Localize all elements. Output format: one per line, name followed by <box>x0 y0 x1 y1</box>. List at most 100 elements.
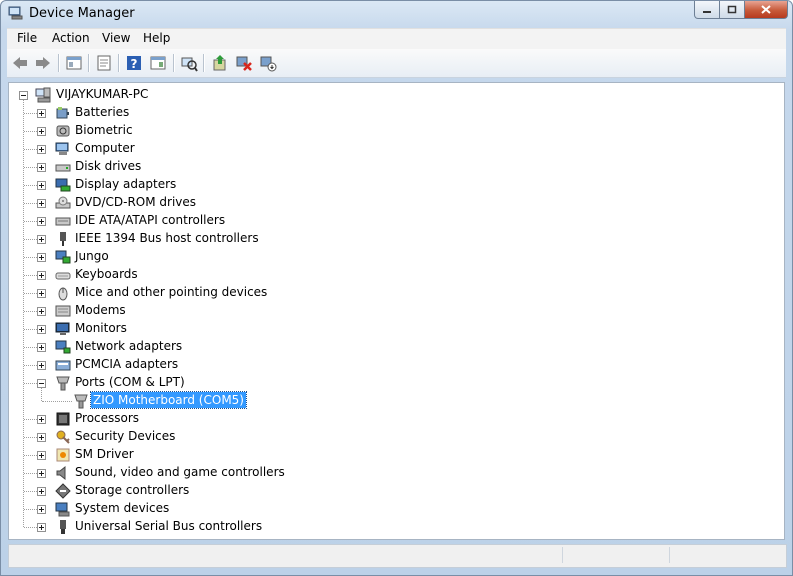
tree-connector-line <box>24 383 37 384</box>
dvd-drive-icon <box>55 195 71 211</box>
port-icon <box>73 393 89 409</box>
tree-item-sm-driver[interactable]: SM Driver <box>73 446 136 462</box>
expand-toggle-jungo[interactable] <box>37 253 46 262</box>
tree-connector-line <box>24 131 37 132</box>
expand-toggle-mice-and-other-pointing-devices[interactable] <box>37 289 46 298</box>
tree-connector-line <box>24 221 37 222</box>
menu-file[interactable]: File <box>17 31 37 45</box>
close-button[interactable] <box>745 1 788 19</box>
device-tree[interactable]: VIJAYKUMAR-PC Batteries Biometric Computer D… <box>8 82 785 540</box>
expand-toggle-monitors[interactable] <box>37 325 46 334</box>
menu-action[interactable]: Action <box>52 31 90 45</box>
device-manager-window: Device Manager File Action View Help ? V… <box>0 0 793 576</box>
toolbar: ? <box>7 49 786 78</box>
menu-bar: File Action View Help <box>7 28 786 49</box>
tree-item-monitors[interactable]: Monitors <box>73 320 129 336</box>
tree-connector-line <box>24 167 37 168</box>
show-hide-action-pane-icon[interactable] <box>149 54 167 72</box>
tree-connector-line <box>24 347 37 348</box>
maximize-button[interactable] <box>720 1 745 19</box>
tree-root-label[interactable]: VIJAYKUMAR-PC <box>54 86 150 102</box>
toolbar-separator <box>203 54 205 72</box>
battery-icon <box>55 105 71 121</box>
processor-icon <box>55 411 71 427</box>
tree-item-zio-motherboard-com5[interactable]: ZIO Motherboard (COM5) <box>90 391 247 409</box>
expand-toggle-dvd-cd-rom-drives[interactable] <box>37 199 46 208</box>
show-hide-tree-icon[interactable] <box>65 54 83 72</box>
tree-connector-line <box>24 455 37 456</box>
tree-item-storage-controllers[interactable]: Storage controllers <box>73 482 191 498</box>
tree-item-pcmcia-adapters[interactable]: PCMCIA adapters <box>73 356 180 372</box>
expand-toggle-universal-serial-bus-controllers[interactable] <box>37 523 46 532</box>
tree-item-sound-video-and-game-controllers[interactable]: Sound, video and game controllers <box>73 464 287 480</box>
tree-connector-line <box>24 329 37 330</box>
disk-drive-icon <box>55 159 71 175</box>
menu-view[interactable]: View <box>102 31 130 45</box>
system-device-icon <box>55 501 71 517</box>
uninstall-device-icon[interactable] <box>235 54 253 72</box>
expand-toggle-ports-com-lpt[interactable] <box>37 379 46 388</box>
expand-toggle-system-devices[interactable] <box>37 505 46 514</box>
ide-controller-icon <box>55 213 71 229</box>
tree-connector-line <box>24 527 37 528</box>
tree-connector-line <box>24 257 37 258</box>
expand-toggle-network-adapters[interactable] <box>37 343 46 352</box>
scan-hardware-changes-icon[interactable] <box>180 54 198 72</box>
tree-connector-line <box>42 401 72 402</box>
tree-item-disk-drives[interactable]: Disk drives <box>73 158 143 174</box>
back-arrow-icon[interactable] <box>11 54 29 72</box>
expand-toggle-pcmcia-adapters[interactable] <box>37 361 46 370</box>
update-driver-icon[interactable] <box>211 54 229 72</box>
tree-item-security-devices[interactable]: Security Devices <box>73 428 177 444</box>
tree-connector-line <box>24 113 37 114</box>
disable-device-icon[interactable] <box>259 54 277 72</box>
tree-item-ieee-1394-bus-host-controllers[interactable]: IEEE 1394 Bus host controllers <box>73 230 261 246</box>
tree-item-batteries[interactable]: Batteries <box>73 104 131 120</box>
tree-connector-line <box>24 365 37 366</box>
tree-item-ide-ata-atapi-controllers[interactable]: IDE ATA/ATAPI controllers <box>73 212 227 228</box>
expand-toggle-storage-controllers[interactable] <box>37 487 46 496</box>
tree-connector-line <box>24 185 37 186</box>
tree-item-keyboards[interactable]: Keyboards <box>73 266 140 282</box>
expand-toggle-processors[interactable] <box>37 415 46 424</box>
tree-connector-line <box>23 100 24 527</box>
tree-item-system-devices[interactable]: System devices <box>73 500 171 516</box>
expand-toggle-security-devices[interactable] <box>37 433 46 442</box>
tree-item-ports-com-lpt[interactable]: Ports (COM & LPT) <box>73 374 187 390</box>
tree-item-mice-and-other-pointing-devices[interactable]: Mice and other pointing devices <box>73 284 269 300</box>
storage-controller-icon <box>55 483 71 499</box>
expand-toggle-ieee-1394-bus-host-controllers[interactable] <box>37 235 46 244</box>
menu-help[interactable]: Help <box>143 31 170 45</box>
root-collapse-toggle[interactable] <box>19 91 28 100</box>
expand-toggle-modems[interactable] <box>37 307 46 316</box>
properties-icon[interactable] <box>95 54 113 72</box>
expand-toggle-computer[interactable] <box>37 145 46 154</box>
minimize-button[interactable] <box>694 1 720 19</box>
tree-item-universal-serial-bus-controllers[interactable]: Universal Serial Bus controllers <box>73 518 264 534</box>
tree-item-network-adapters[interactable]: Network adapters <box>73 338 184 354</box>
computer-root-icon <box>35 87 51 103</box>
help-icon[interactable]: ? <box>125 54 143 72</box>
expand-toggle-ide-ata-atapi-controllers[interactable] <box>37 217 46 226</box>
port-icon <box>55 375 71 391</box>
status-bar <box>8 544 787 568</box>
expand-toggle-batteries[interactable] <box>37 109 46 118</box>
toolbar-separator <box>58 54 60 72</box>
expand-toggle-keyboards[interactable] <box>37 271 46 280</box>
expand-toggle-disk-drives[interactable] <box>37 163 46 172</box>
status-bar-divider <box>669 547 670 563</box>
tree-item-jungo[interactable]: Jungo <box>73 248 111 264</box>
tree-item-dvd-cd-rom-drives[interactable]: DVD/CD-ROM drives <box>73 194 198 210</box>
tree-item-display-adapters[interactable]: Display adapters <box>73 176 178 192</box>
forward-arrow-icon[interactable] <box>34 54 52 72</box>
tree-item-biometric[interactable]: Biometric <box>73 122 135 138</box>
expand-toggle-sound-video-and-game-controllers[interactable] <box>37 469 46 478</box>
tree-item-modems[interactable]: Modems <box>73 302 128 318</box>
restore-icon <box>727 5 737 14</box>
title-bar[interactable]: Device Manager <box>1 1 792 27</box>
expand-toggle-biometric[interactable] <box>37 127 46 136</box>
expand-toggle-sm-driver[interactable] <box>37 451 46 460</box>
tree-item-processors[interactable]: Processors <box>73 410 141 426</box>
expand-toggle-display-adapters[interactable] <box>37 181 46 190</box>
tree-item-computer[interactable]: Computer <box>73 140 137 156</box>
